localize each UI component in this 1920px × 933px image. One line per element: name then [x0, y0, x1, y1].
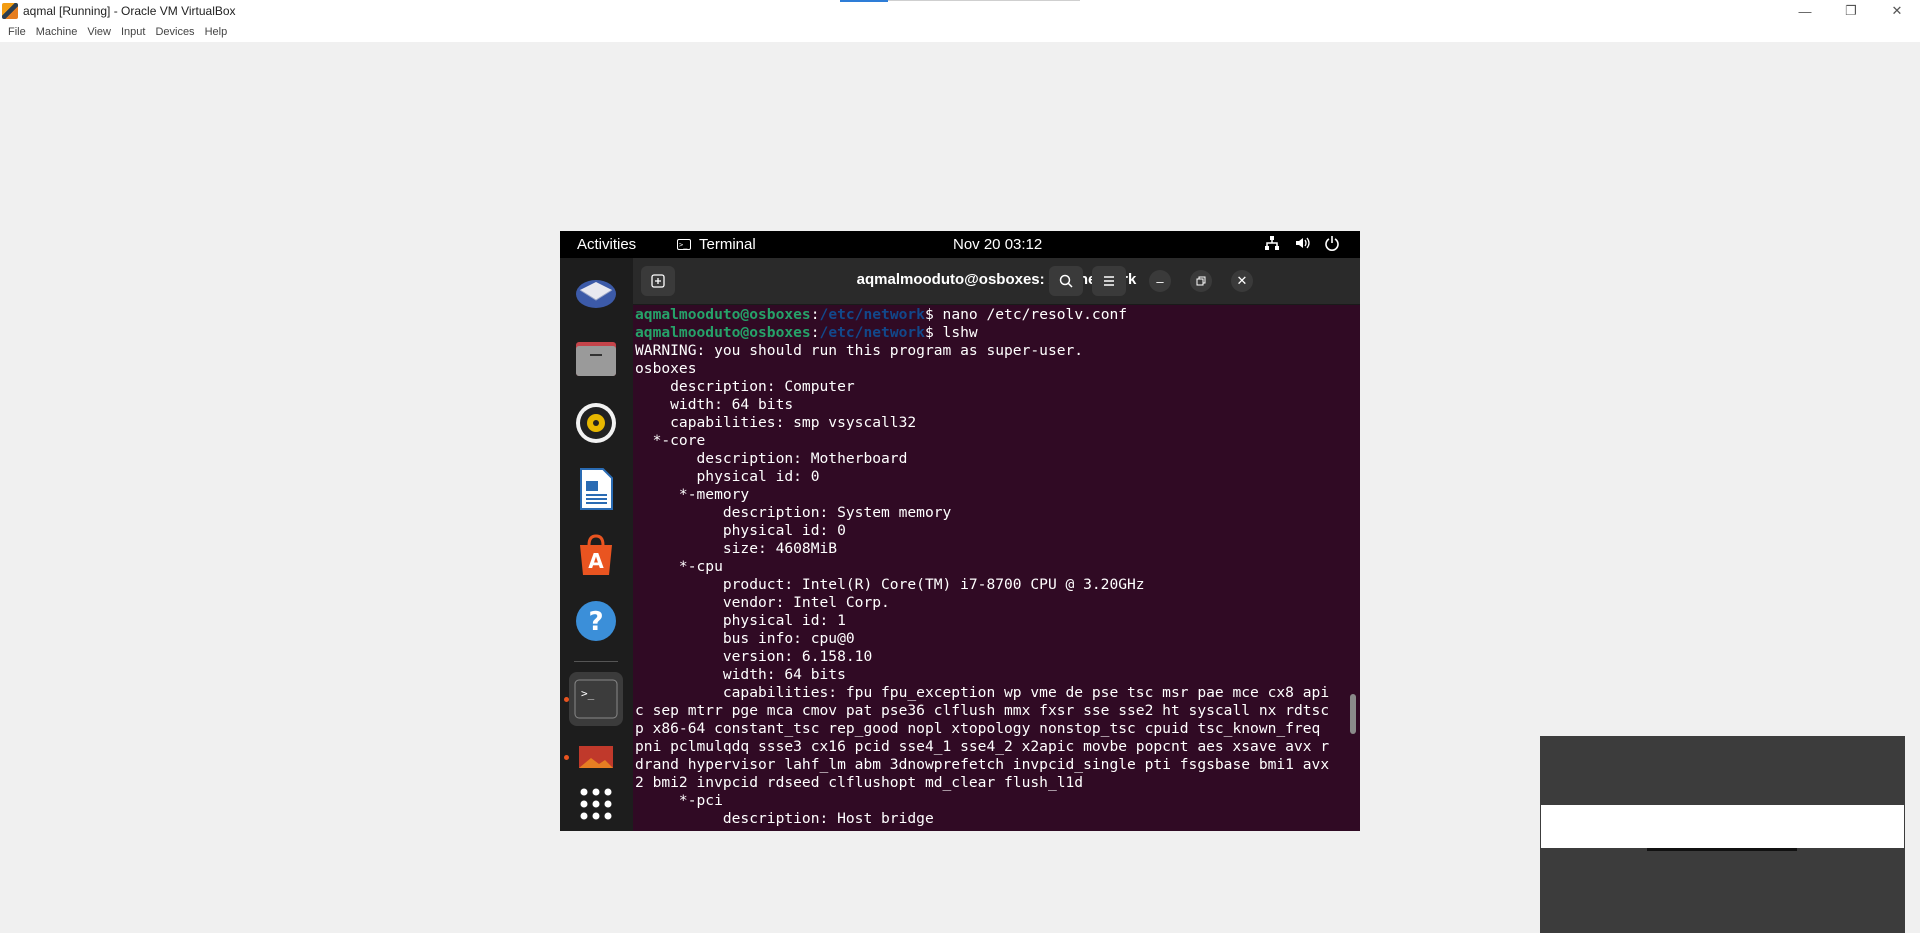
network-icon [1264, 235, 1280, 251]
host-titlebar: aqmal [Running] - Oracle VM VirtualBox —… [0, 0, 1920, 22]
menu-file[interactable]: File [3, 26, 31, 38]
ubuntu-software-icon[interactable]: A [569, 528, 623, 582]
terminal-running-indicator [564, 697, 569, 702]
dock: A ? >_ [560, 258, 633, 831]
preview-bar [1647, 848, 1797, 851]
terminal-dock-icon[interactable]: >_ [569, 672, 623, 726]
menu-help[interactable]: Help [200, 26, 233, 38]
prompt-user: aqmalmooduto@osboxes [635, 306, 811, 323]
terminal-output-line: width: 64 bits [635, 666, 846, 683]
terminal-small-icon: >_ [677, 239, 691, 250]
terminal-output-line: physical id: 0 [635, 468, 820, 485]
prompt-user: aqmalmooduto@osboxes [635, 324, 811, 341]
terminal-output-line: physical id: 0 [635, 522, 846, 539]
volume-icon [1294, 235, 1310, 251]
terminal-output-line: *-memory [635, 486, 750, 503]
host-menubar: File Machine View Input Devices Help [0, 22, 1920, 42]
prompt-path: /etc/network [819, 306, 925, 323]
rhythmbox-icon[interactable] [569, 396, 623, 450]
menu-input[interactable]: Input [116, 26, 150, 38]
show-apps-icon[interactable] [569, 777, 623, 831]
terminal-output-line: description: Motherboard [635, 450, 908, 467]
vm-screen[interactable]: Activities >_ Terminal Nov 20 03:12 A ? … [560, 231, 1360, 831]
terminal-output-line: description: Host bridge [635, 810, 934, 827]
command-text: $ lshw [924, 324, 978, 341]
terminal-output-line: capabilities: fpu fpu_exception wp vme d… [635, 684, 1330, 701]
svg-text:?: ? [588, 607, 603, 637]
files-icon[interactable] [569, 331, 623, 385]
terminal-window[interactable]: aqmalmooduto@osboxes: /etc/network – ✕ a… [633, 258, 1360, 831]
terminal-output-line: WARNING: you should run this program as … [635, 342, 1084, 359]
virtualbox-app-icon [2, 3, 18, 19]
svg-text:>_: >_ [581, 687, 595, 700]
terminal-output-line: capabilities: smp vsyscall32 [635, 414, 917, 431]
dock-separator [574, 661, 618, 662]
title-progress-accent [840, 0, 888, 2]
terminal-output-line: pni pclmulqdq ssse3 cx16 pcid sse4_1 sse… [635, 738, 1330, 755]
menu-devices[interactable]: Devices [150, 26, 199, 38]
terminal-output-line: c sep mtrr pge mca cmov pat pse36 clflus… [635, 702, 1330, 719]
terminal-output-line: version: 6.158.10 [635, 648, 873, 665]
terminal-output-line: width: 64 bits [635, 396, 794, 413]
search-button[interactable] [1049, 266, 1083, 296]
hamburger-icon [1104, 276, 1114, 286]
restore-icon[interactable]: ❐ [1828, 0, 1874, 22]
terminal-output-line: *-cpu [635, 558, 723, 575]
libreoffice-writer-icon[interactable] [569, 462, 623, 516]
shotwell-running-indicator [564, 755, 569, 760]
app-menu-label: Terminal [699, 236, 756, 253]
command-text: $ nano /etc/resolv.conf [924, 306, 1128, 323]
terminal-output-line: bus info: cpu@0 [635, 630, 855, 647]
maximize-icon [1196, 276, 1206, 286]
prompt-path: /etc/network [819, 324, 925, 341]
terminal-output-line: *-pci [635, 792, 723, 809]
activities-button[interactable]: Activities [577, 236, 636, 253]
clock[interactable]: Nov 20 03:12 [953, 236, 1042, 253]
host-window-controls: — ❐ ✕ [1782, 0, 1920, 22]
menu-view[interactable]: View [82, 26, 116, 38]
host-window-title: aqmal [Running] - Oracle VM VirtualBox [23, 4, 236, 18]
close-window-button[interactable]: ✕ [1231, 270, 1253, 292]
minimize-window-button[interactable]: – [1149, 270, 1171, 292]
power-icon [1324, 235, 1340, 251]
terminal-output-line: p x86-64 constant_tsc rep_good nopl xtop… [635, 720, 1321, 737]
help-icon[interactable]: ? [569, 594, 623, 648]
terminal-command-line: aqmalmooduto@osboxes:/etc/network$ nano … [635, 306, 1128, 323]
terminal-output-line: product: Intel(R) Core(TM) i7-8700 CPU @… [635, 576, 1145, 593]
status-menu[interactable] [1264, 235, 1340, 251]
terminal-output-line: description: System memory [635, 504, 952, 521]
preview-window [1541, 805, 1904, 848]
hamburger-menu-button[interactable] [1092, 266, 1126, 296]
terminal-output-line: *-core [635, 432, 706, 449]
terminal-headerbar: aqmalmooduto@osboxes: /etc/network – ✕ [633, 258, 1360, 305]
terminal-scrollbar[interactable] [1350, 694, 1356, 734]
app-menu[interactable]: >_ Terminal [677, 236, 756, 253]
minimize-icon[interactable]: — [1782, 0, 1828, 22]
terminal-output-line: size: 4608MiB [635, 540, 838, 557]
thunderbird-icon[interactable] [569, 265, 623, 319]
terminal-output-line: physical id: 1 [635, 612, 846, 629]
vm-preview-thumbnail[interactable] [1540, 736, 1905, 933]
shotwell-icon[interactable] [569, 738, 623, 768]
terminal-output-line: 2 bmi2 invpcid rdseed clflushopt md_clea… [635, 774, 1084, 791]
terminal-output-line: description: Computer [635, 378, 855, 395]
menu-machine[interactable]: Machine [31, 26, 83, 38]
svg-text:A: A [588, 549, 604, 573]
terminal-output[interactable]: aqmalmooduto@osboxes:/etc/network$ nano … [635, 306, 1350, 831]
terminal-output-line: vendor: Intel Corp. [635, 594, 890, 611]
terminal-output-line: drand hypervisor lahf_lm abm 3dnowprefet… [635, 756, 1330, 773]
close-icon[interactable]: ✕ [1874, 0, 1920, 22]
terminal-output-lines: WARNING: you should run this program as … [635, 342, 1350, 828]
title-progress-track [888, 0, 1080, 1]
maximize-window-button[interactable] [1190, 270, 1212, 292]
search-icon [1059, 274, 1073, 288]
terminal-output-line: osboxes [635, 360, 697, 377]
terminal-command-line: aqmalmooduto@osboxes:/etc/network$ lshw [635, 324, 978, 341]
gnome-topbar: Activities >_ Terminal Nov 20 03:12 [560, 231, 1360, 258]
